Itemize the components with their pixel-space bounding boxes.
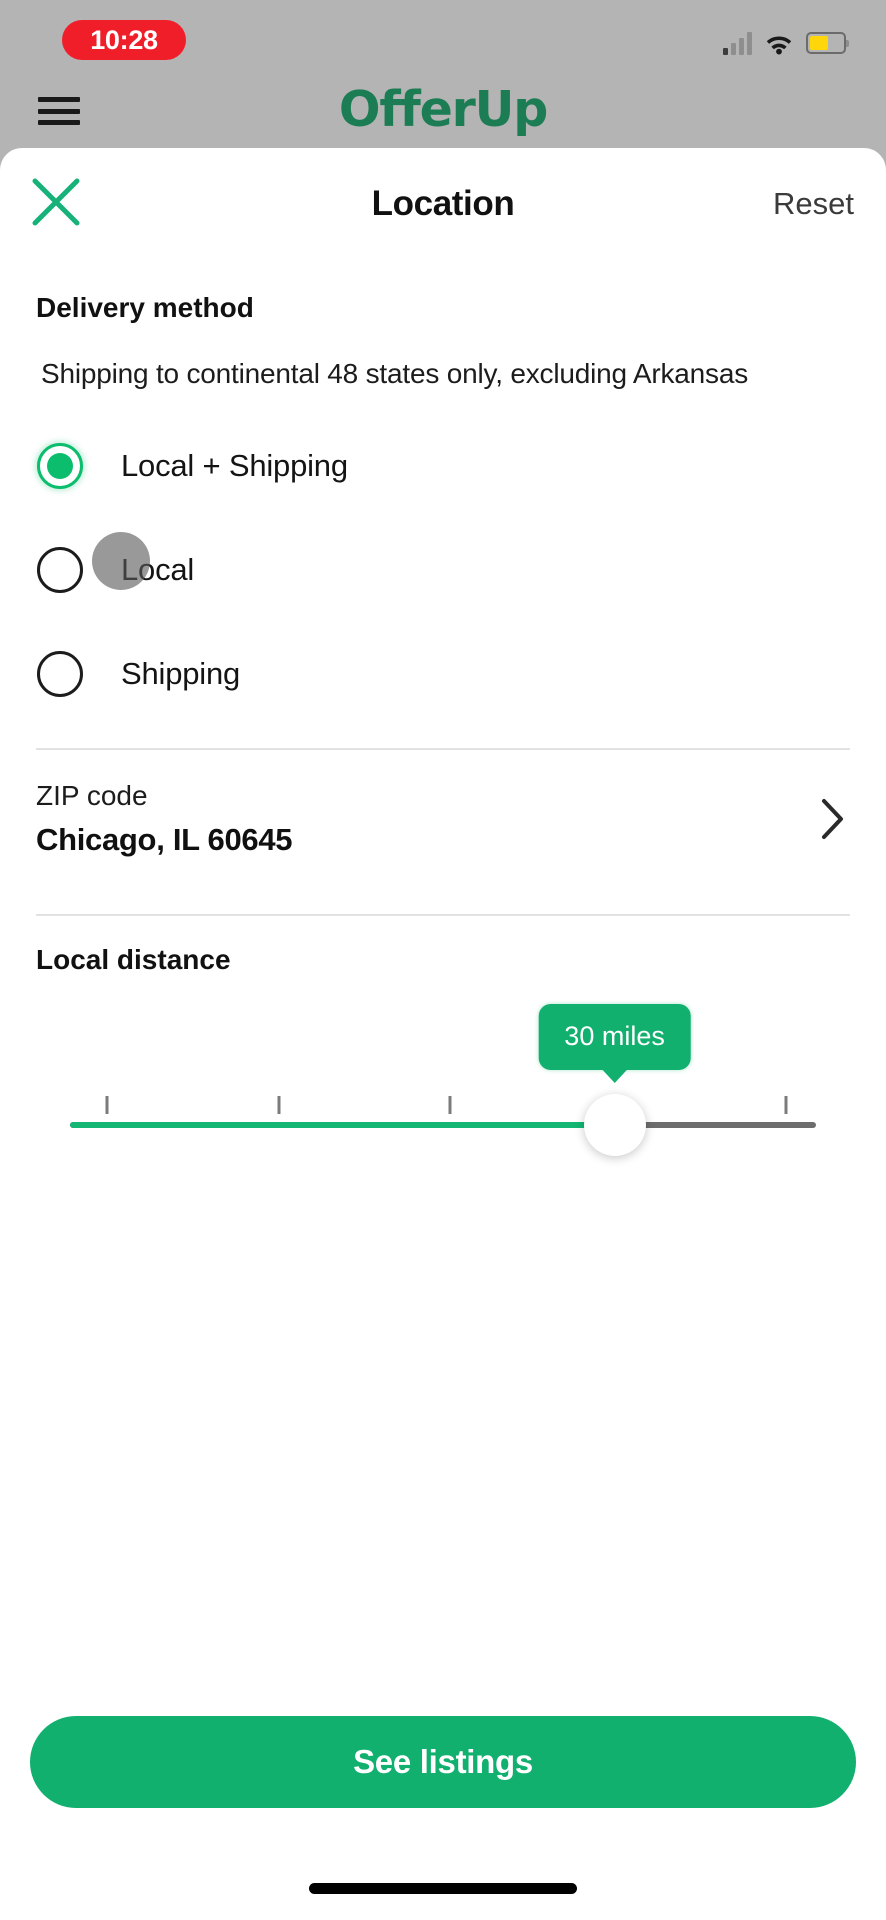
delivery-method-heading: Delivery method xyxy=(36,292,254,323)
radio-button-local-shipping[interactable] xyxy=(37,443,83,489)
home-indicator xyxy=(309,1883,577,1894)
distance-value-bubble: 30 miles xyxy=(538,1004,691,1070)
wifi-icon xyxy=(766,36,792,55)
slider-thumb[interactable] xyxy=(583,1094,646,1156)
radio-label-local-shipping: Local + Shipping xyxy=(121,448,348,483)
chevron-right-icon xyxy=(822,799,843,839)
slider-tick xyxy=(784,1096,788,1114)
shipping-note: Shipping to continental 48 states only, … xyxy=(41,358,749,389)
sheet-content: Delivery method Shipping to continental … xyxy=(0,292,886,1184)
radio-label-shipping: Shipping xyxy=(121,656,241,691)
cellular-signal-icon xyxy=(723,31,752,55)
page-title: Location xyxy=(371,184,515,223)
radio-option-local[interactable]: Local xyxy=(36,518,850,622)
slider-tick xyxy=(277,1096,281,1114)
status-time: 10:28 xyxy=(90,24,158,55)
battery-icon xyxy=(806,32,849,54)
radio-button-local[interactable] xyxy=(37,547,83,593)
slider-track-fill xyxy=(70,1122,615,1128)
zip-code-text-group: ZIP code Chicago, IL 60645 xyxy=(36,780,293,858)
distance-slider[interactable]: 30 miles xyxy=(36,994,850,1184)
local-distance-block: Local distance 30 miles xyxy=(36,944,850,1184)
slider-tick xyxy=(448,1096,452,1114)
location-filter-sheet: Location Reset Delivery method Shipping … xyxy=(0,148,886,1920)
delivery-method-radio-group: Local + Shipping Local Shipping xyxy=(36,414,850,726)
radio-button-shipping[interactable] xyxy=(37,651,83,697)
offerup-logo: OfferUp xyxy=(338,81,548,138)
see-listings-button[interactable]: See listings xyxy=(30,1716,856,1808)
app-header: OfferUp xyxy=(0,76,886,148)
divider-below-zip xyxy=(36,914,850,916)
status-bar: 10:28 xyxy=(0,0,886,76)
status-icon-group xyxy=(723,26,849,60)
status-time-pill: 10:28 xyxy=(62,20,186,60)
reset-button[interactable]: Reset xyxy=(773,148,854,260)
slider-tick xyxy=(105,1096,109,1114)
local-distance-heading: Local distance xyxy=(36,944,231,975)
radio-option-shipping[interactable]: Shipping xyxy=(36,622,850,726)
app-screen: 10:28 OfferUp Location Reset Delivery me… xyxy=(0,0,886,1920)
slider-track-container[interactable] xyxy=(36,1094,850,1156)
radio-label-local: Local xyxy=(121,552,195,587)
zip-code-value: Chicago, IL 60645 xyxy=(36,822,293,857)
zip-code-row[interactable]: ZIP code Chicago, IL 60645 xyxy=(36,750,850,892)
sheet-header: Location Reset xyxy=(0,148,886,268)
radio-option-local-shipping[interactable]: Local + Shipping xyxy=(36,414,850,518)
zip-code-label: ZIP code xyxy=(36,780,148,811)
